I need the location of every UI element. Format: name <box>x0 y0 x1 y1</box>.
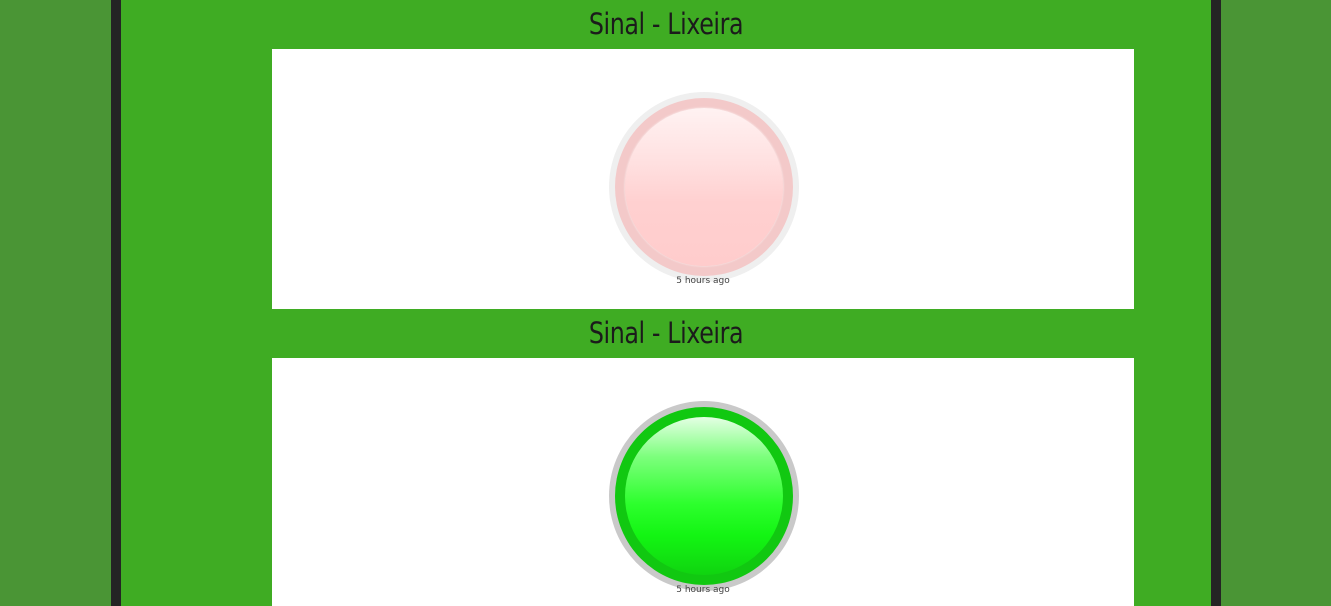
led-indicator-on <box>609 401 799 591</box>
widget-title: Sinal - Lixeira <box>588 7 744 41</box>
led-timestamp: 5 hours ago <box>676 276 730 286</box>
led-widget-panel: 5 hours ago <box>272 358 1134 606</box>
dashboard-content: Sinal - Lixeira 5 hours ago Sinal - Lixe… <box>121 0 1211 606</box>
led-glass <box>625 108 783 266</box>
led-glass <box>625 417 783 575</box>
led-widget-panel: 5 hours ago <box>272 49 1134 309</box>
widget-title: Sinal - Lixeira <box>588 316 744 350</box>
led-indicator-off <box>609 92 799 282</box>
led-timestamp: 5 hours ago <box>676 585 730 595</box>
